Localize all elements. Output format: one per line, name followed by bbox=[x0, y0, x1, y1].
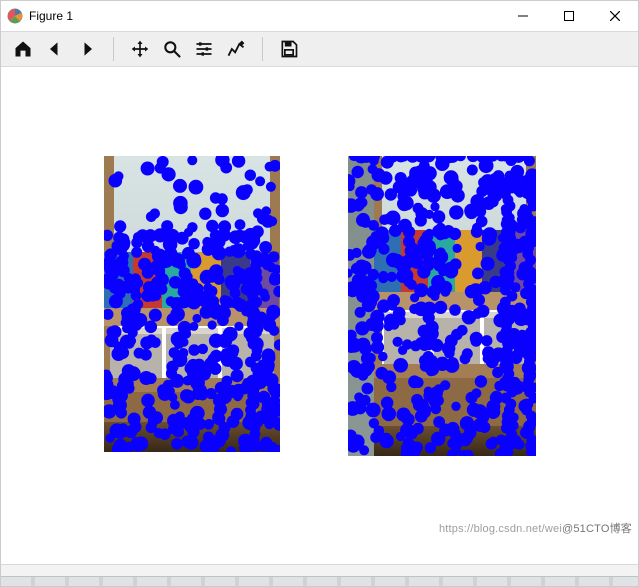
taskbar-sliver bbox=[1, 576, 638, 586]
image-left bbox=[104, 156, 280, 452]
image-right bbox=[348, 156, 536, 456]
maximize-button[interactable] bbox=[546, 1, 592, 31]
feature-points-right bbox=[348, 156, 536, 456]
close-button[interactable] bbox=[592, 1, 638, 31]
watermark-url: https://blog.csdn.net/wei bbox=[439, 523, 562, 535]
back-button[interactable] bbox=[41, 35, 69, 63]
pan-button[interactable] bbox=[126, 35, 154, 63]
save-button[interactable] bbox=[275, 35, 303, 63]
mpl-toolbar bbox=[1, 31, 638, 67]
configure-subplots-button[interactable] bbox=[190, 35, 218, 63]
toolbar-separator bbox=[262, 37, 263, 61]
titlebar: Figure 1 bbox=[1, 1, 638, 31]
home-button[interactable] bbox=[9, 35, 37, 63]
toolbar-separator bbox=[113, 37, 114, 61]
edit-axis-button[interactable] bbox=[222, 35, 250, 63]
subplot-row bbox=[104, 156, 536, 456]
watermark: https://blog.csdn.net/wei@51CTO博客 bbox=[439, 520, 632, 536]
forward-button[interactable] bbox=[73, 35, 101, 63]
matplotlib-window: Figure 1 bbox=[0, 0, 639, 587]
zoom-button[interactable] bbox=[158, 35, 186, 63]
subplot-left bbox=[104, 156, 280, 456]
feature-points-left bbox=[104, 156, 280, 452]
window-title: Figure 1 bbox=[29, 9, 73, 23]
figure-canvas[interactable]: https://blog.csdn.net/wei@51CTO博客 bbox=[1, 67, 638, 564]
watermark-handle: @51CTO博客 bbox=[562, 523, 632, 535]
subplot-right bbox=[348, 156, 536, 456]
matplotlib-app-icon bbox=[7, 8, 23, 24]
minimize-button[interactable] bbox=[500, 1, 546, 31]
